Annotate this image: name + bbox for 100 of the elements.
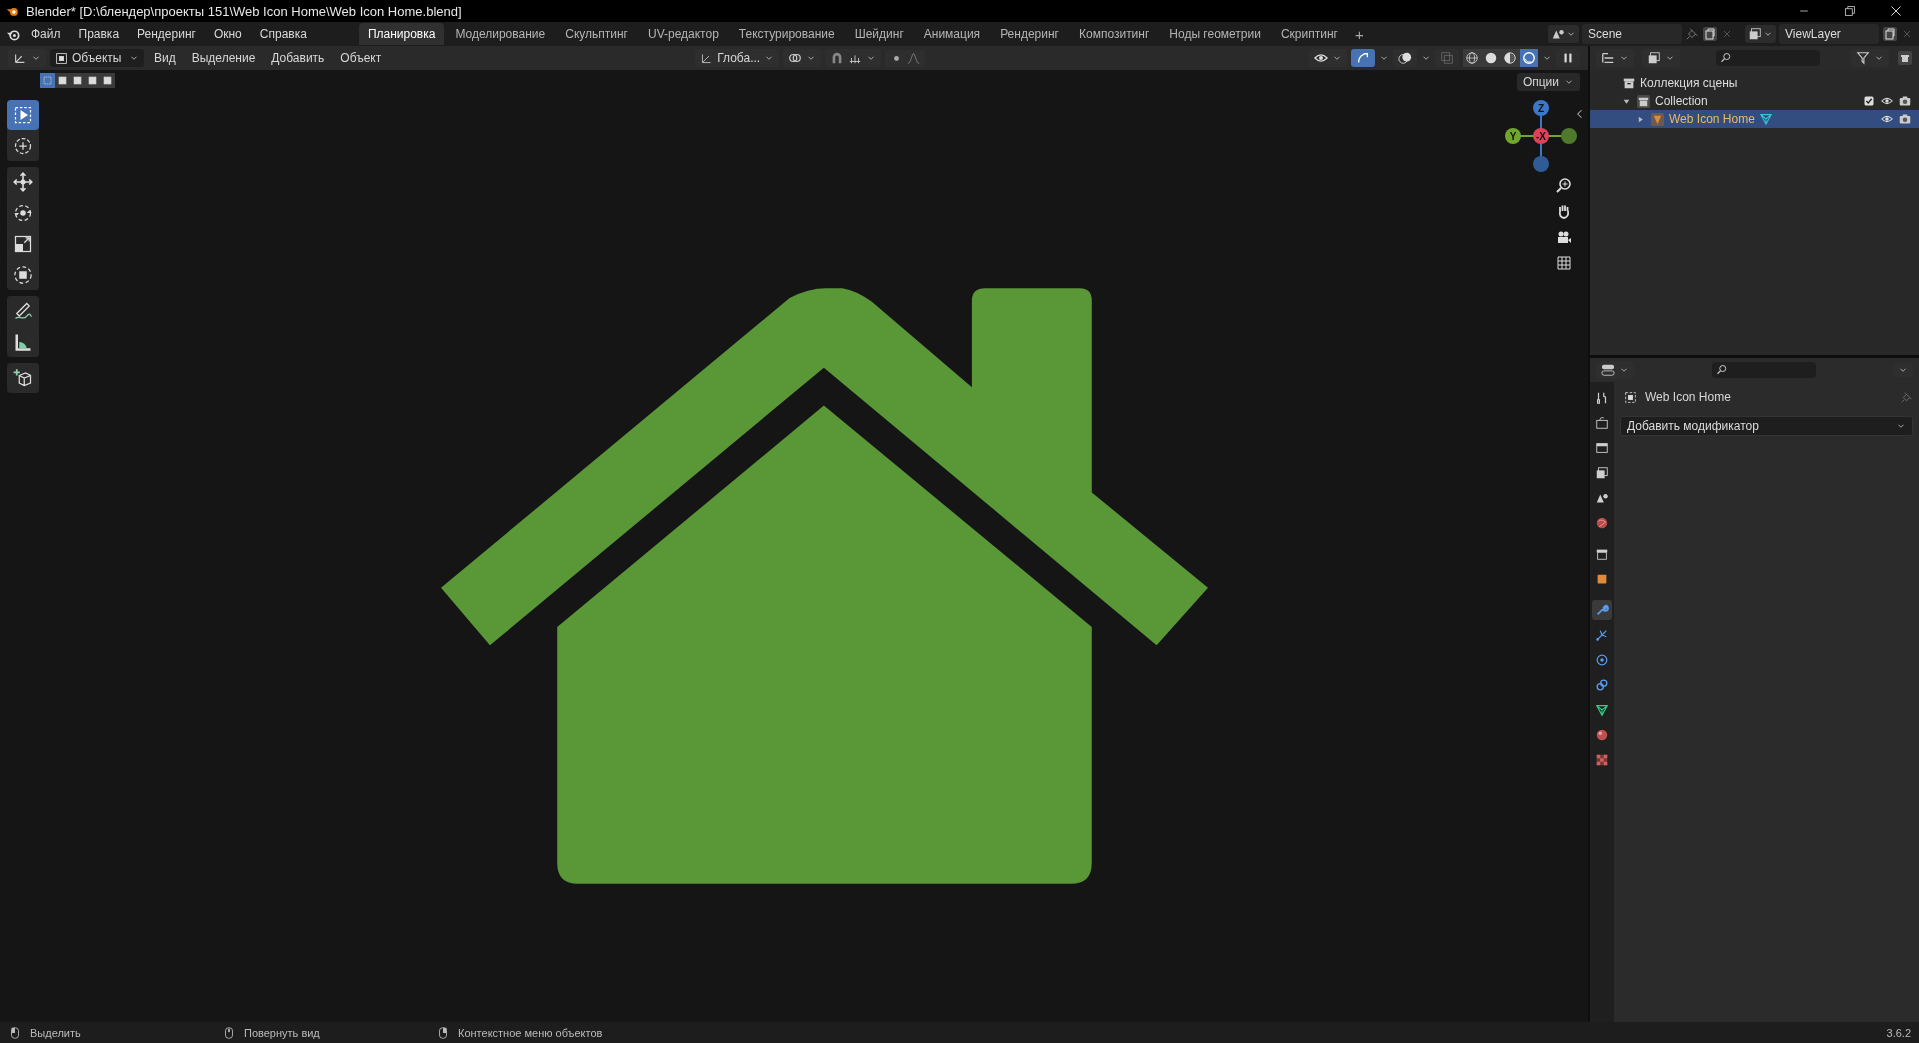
object-name: Web Icon Home: [1645, 390, 1731, 404]
workspace-tab[interactable]: Моделирование: [446, 23, 555, 45]
search-icon: [1715, 364, 1728, 376]
mode-dropdown[interactable]: Объекты: [50, 49, 144, 67]
workspace-tab[interactable]: Анимация: [914, 23, 990, 45]
filter-mode-dropdown[interactable]: [1642, 49, 1680, 67]
add-modifier-dropdown[interactable]: Добавить модификатор: [1620, 416, 1913, 436]
expand-triangle-icon[interactable]: [1636, 114, 1646, 124]
menu-item[interactable]: Объект: [334, 49, 388, 67]
mesh-data-icon[interactable]: [1758, 112, 1773, 126]
zoom-button[interactable]: [1555, 176, 1573, 194]
falloff-curve-icon: [907, 51, 921, 65]
camera-icon[interactable]: [1899, 95, 1911, 107]
hand-icon: [1556, 203, 1572, 219]
workspace-tab[interactable]: Планировка: [358, 23, 445, 45]
mesh-object-icon: [1650, 111, 1665, 127]
eye-icon[interactable]: [1881, 95, 1893, 107]
copy-icon[interactable]: [1882, 26, 1898, 42]
eye-icon[interactable]: [1881, 113, 1893, 125]
shading-button[interactable]: [1520, 49, 1538, 67]
workspace-tab[interactable]: Текстурирование: [729, 23, 844, 45]
search-field[interactable]: [1716, 50, 1820, 66]
pin-icon[interactable]: [1685, 27, 1699, 41]
outliner-row[interactable]: Web Icon Home: [1590, 110, 1919, 128]
version-label: 3.6.2: [1886, 1026, 1911, 1039]
zoom-icon: [1556, 177, 1572, 193]
search-field[interactable]: [1711, 362, 1816, 378]
menu-item[interactable]: Справка: [251, 24, 315, 44]
view-layer-field[interactable]: ViewLayer: [1779, 24, 1879, 44]
tool-button[interactable]: [7, 363, 39, 393]
sphere-icon: [1595, 728, 1609, 742]
move-icon: [13, 172, 33, 192]
axis-gizmo-drawing[interactable]: Z Y -X: [1505, 100, 1577, 172]
snap-dropdown[interactable]: [825, 49, 882, 67]
shading-button[interactable]: [1501, 49, 1519, 67]
gizmo-toggle[interactable]: [1351, 49, 1375, 67]
filter-dropdown[interactable]: [1851, 49, 1889, 67]
workspace-tab[interactable]: Шейдинг: [845, 23, 913, 45]
new-collection-icon[interactable]: [1897, 50, 1913, 66]
options-dropdown[interactable]: Опции: [1516, 73, 1580, 91]
workspace-tab[interactable]: Ноды геометрии: [1160, 23, 1270, 45]
visibility-dropdown[interactable]: [1309, 49, 1347, 67]
pause-button[interactable]: [1556, 49, 1580, 67]
menu-item[interactable]: Вид: [148, 49, 182, 67]
list-icon: [1601, 51, 1615, 65]
rotate-icon: [13, 203, 33, 223]
select-mode-button[interactable]: [85, 72, 100, 88]
select-mode-button[interactable]: [70, 72, 85, 88]
proportional-edit-button[interactable]: [885, 49, 926, 67]
workspace-tab[interactable]: Композитинг: [1069, 23, 1159, 45]
tool-button[interactable]: [7, 100, 39, 130]
outliner-row[interactable]: Collection: [1590, 92, 1919, 110]
display-mode-dropdown[interactable]: [1596, 49, 1634, 67]
workspace-tab[interactable]: Скриптинг: [1271, 23, 1347, 45]
add-workspace-button[interactable]: +: [1348, 25, 1370, 43]
shading-button[interactable]: [1463, 49, 1481, 67]
scene-browse-button[interactable]: [1548, 25, 1579, 43]
xray-toggle[interactable]: [1435, 49, 1459, 67]
pivot-dropdown[interactable]: [783, 49, 822, 67]
workspace-tab[interactable]: Скульптинг: [556, 23, 637, 45]
status-hint: Выделить: [30, 1026, 81, 1039]
add-cube-icon: [13, 368, 33, 388]
outliner-label: Collection: [1655, 94, 1708, 108]
select-mode-button[interactable]: [40, 72, 55, 88]
view-layer-browse-button[interactable]: [1745, 25, 1776, 43]
status-hint: Повернуть вид: [244, 1026, 320, 1039]
tool-icon: [1595, 391, 1609, 405]
workspace-tab[interactable]: UV-редактор: [638, 23, 728, 45]
menu-item[interactable]: Правка: [70, 24, 128, 44]
menu-item[interactable]: Файл: [23, 24, 69, 44]
grid-icon: [1556, 255, 1572, 271]
select-mode-button[interactable]: [55, 72, 70, 88]
outliner-label: Web Icon Home: [1669, 112, 1755, 126]
select-mode-button[interactable]: [100, 72, 115, 88]
mouse-icon: [8, 1025, 22, 1040]
axes-icon: [700, 51, 714, 65]
checkbox[interactable]: [1863, 95, 1875, 107]
menu-item[interactable]: Добавить: [265, 49, 331, 67]
outliner-row[interactable]: Коллекция сцены: [1590, 74, 1919, 92]
menu-item[interactable]: Выделение: [185, 49, 262, 67]
solid-sphere-icon: [1484, 51, 1498, 65]
box-icon: [1622, 76, 1636, 90]
menu-item[interactable]: Рендеринг: [129, 24, 204, 44]
camera-icon[interactable]: [1899, 113, 1911, 125]
globe-icon: [1595, 516, 1609, 530]
toggles-icon: [1601, 363, 1615, 377]
scene-field[interactable]: Scene: [1582, 24, 1682, 44]
movie-camera-icon: [1556, 229, 1572, 245]
orientation-dropdown[interactable]: Глоба...: [695, 49, 780, 67]
copy-icon[interactable]: [1702, 26, 1718, 42]
select-mode-icon: [42, 74, 53, 86]
ruler-icon: [13, 332, 33, 352]
triangle-mesh-icon: [1595, 703, 1609, 717]
overlay-toggle[interactable]: [1393, 49, 1417, 67]
editor-type-button[interactable]: [8, 49, 46, 67]
menu-item[interactable]: Окно: [205, 24, 250, 44]
workspace-tab[interactable]: Рендеринг: [991, 23, 1068, 45]
perspective-toggle[interactable]: [1555, 254, 1573, 272]
select-mode-icon: [87, 74, 98, 86]
properties-tab[interactable]: [1592, 600, 1612, 620]
